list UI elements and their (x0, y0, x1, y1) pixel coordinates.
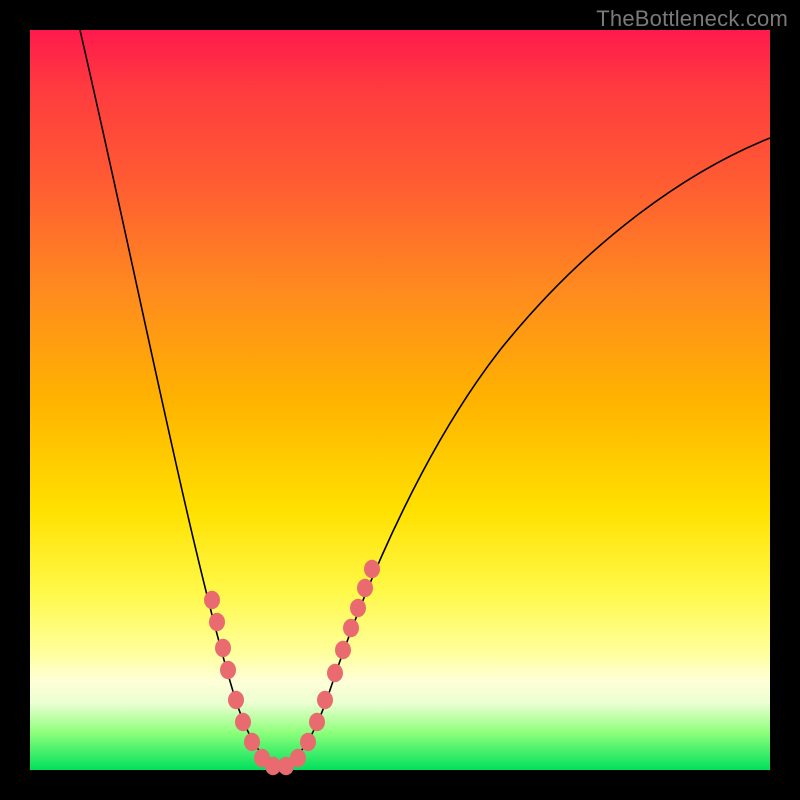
data-marker (364, 560, 380, 578)
data-marker (290, 749, 306, 767)
chart-frame: TheBottleneck.com (0, 0, 800, 800)
data-marker (300, 733, 316, 751)
data-marker (327, 664, 343, 682)
data-marker (209, 613, 225, 631)
data-marker (215, 639, 231, 657)
data-marker (357, 579, 373, 597)
plot-area (30, 30, 770, 770)
data-marker (220, 661, 236, 679)
data-marker (335, 641, 351, 659)
chart-svg (30, 30, 770, 770)
markers-group (204, 560, 380, 775)
data-marker (343, 619, 359, 637)
data-marker (244, 733, 260, 751)
data-marker (309, 713, 325, 731)
data-marker (350, 599, 366, 617)
data-marker (235, 713, 251, 731)
bottleneck-curve (80, 30, 770, 766)
watermark-text: TheBottleneck.com (596, 6, 788, 32)
data-marker (204, 591, 220, 609)
data-marker (228, 691, 244, 709)
data-marker (317, 691, 333, 709)
